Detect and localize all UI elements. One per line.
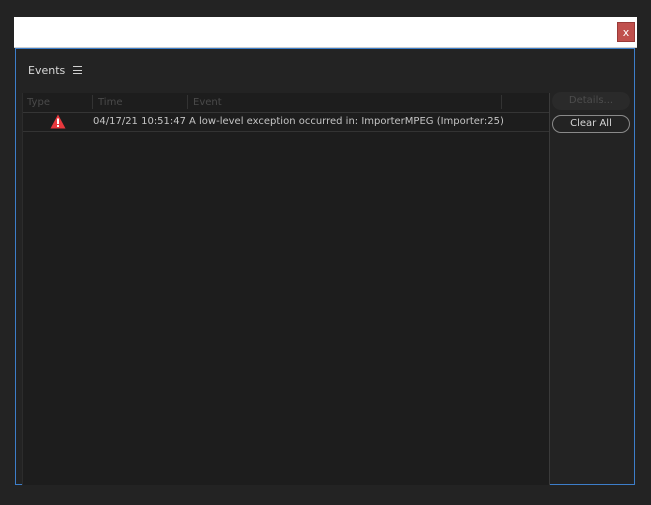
clear-all-button[interactable]: Clear All bbox=[552, 115, 630, 133]
column-header-time[interactable]: Time bbox=[98, 96, 122, 110]
row-event: A low-level exception occurred in: Impor… bbox=[189, 116, 504, 127]
panel-header: Events bbox=[28, 62, 83, 78]
events-list: Type Time Event 04/17/21 10:51:47 A low-… bbox=[22, 93, 550, 485]
panel-title: Events bbox=[28, 63, 66, 77]
hamburger-menu-icon[interactable] bbox=[73, 66, 83, 74]
warning-icon bbox=[50, 114, 66, 129]
window-titlebar: x bbox=[14, 17, 637, 48]
column-header-type[interactable]: Type bbox=[27, 96, 50, 110]
column-header: Type Time Event bbox=[23, 93, 549, 113]
close-button[interactable]: x bbox=[617, 22, 635, 42]
row-time: 04/17/21 10:51:47 bbox=[93, 116, 187, 127]
details-button[interactable]: Details... bbox=[552, 92, 630, 110]
events-panel: Events Type Time Event 04/17/21 10:51:47… bbox=[15, 48, 635, 485]
table-row[interactable]: 04/17/21 10:51:47 A low-level exception … bbox=[23, 113, 549, 132]
column-header-event[interactable]: Event bbox=[193, 96, 222, 110]
